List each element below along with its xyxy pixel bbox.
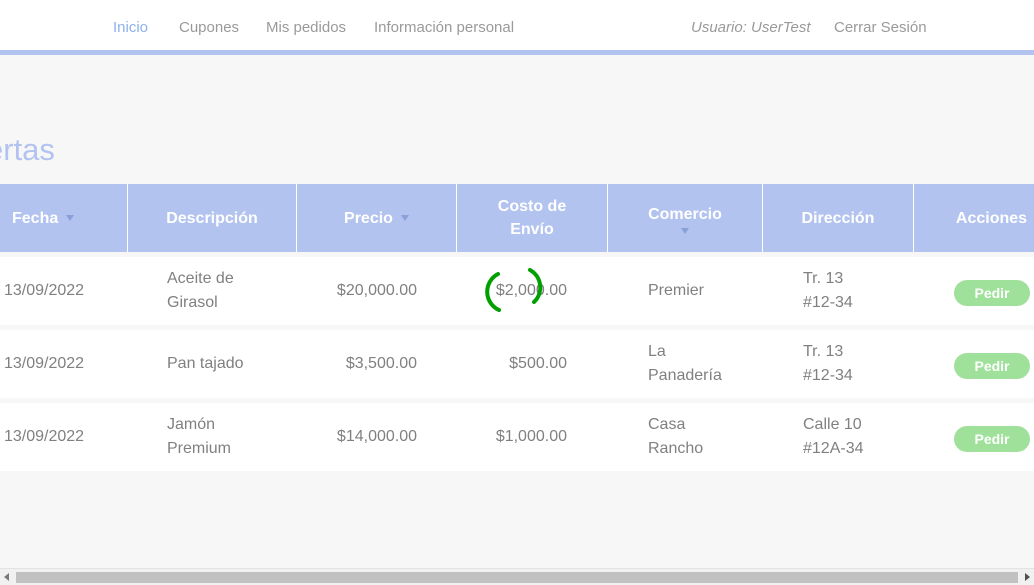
cell-direccion: Tr. 13 #12-34: [803, 257, 909, 325]
header-precio-label: Precio: [344, 209, 393, 227]
nav-link-cupones[interactable]: Cupones: [179, 19, 239, 36]
cell-comercio: La Panadería: [648, 330, 758, 398]
nav-link-informacion-personal[interactable]: Información personal: [374, 19, 514, 36]
cell-descripcion: Pan tajado: [167, 355, 244, 372]
header-acciones-label: Acciones: [955, 209, 1028, 227]
header-acciones: Acciones: [913, 184, 1034, 252]
cell-descripcion: Jamón Premium: [167, 403, 292, 471]
cell-fecha: 13/09/2022: [4, 282, 85, 299]
cell-direccion-line2: #12-34: [803, 294, 853, 311]
cell-precio: $3,500.00: [345, 355, 417, 372]
cell-precio: $20,000.00: [336, 282, 417, 299]
header-costo-envio: Costo de Envío: [456, 184, 607, 252]
horizontal-scrollbar[interactable]: [0, 568, 1034, 585]
user-label: Usuario: UserTest: [691, 19, 811, 36]
scroll-right-arrow-icon[interactable]: [1025, 573, 1030, 581]
header-comercio[interactable]: Comercio: [607, 184, 762, 252]
cell-descripcion-line1: Aceite de: [167, 270, 234, 287]
cell-direccion-line2: #12-34: [803, 367, 853, 384]
cell-descripcion-line1: Jamón: [167, 416, 216, 433]
table-header: Fecha Descripción Precio Costo de Envío …: [0, 184, 1034, 252]
header-costo-envio-line1: Costo de: [497, 198, 567, 215]
table-row: 13/09/2022 Pan tajado $3,500.00 $500.00 …: [0, 330, 1034, 398]
scrollbar-thumb[interactable]: [16, 572, 1018, 583]
header-descripcion-label: Descripción: [166, 209, 258, 227]
cell-comercio-line2: Panadería: [648, 367, 722, 384]
cell-comercio-line1: Casa: [648, 416, 686, 433]
pedir-button[interactable]: Pedir: [954, 426, 1030, 452]
cell-comercio: Premier: [648, 257, 758, 325]
page-title: ertas: [0, 132, 55, 167]
sort-caret-down-icon: [681, 227, 689, 234]
logout-link[interactable]: Cerrar Sesión: [834, 19, 927, 36]
cell-costo-envio: $500.00: [509, 355, 567, 372]
nav-link-inicio[interactable]: Inicio: [113, 19, 148, 36]
loading-spinner-icon: [485, 268, 543, 312]
header-fecha[interactable]: Fecha: [0, 184, 127, 252]
cell-descripcion-line2: Premium: [167, 440, 232, 457]
cell-direccion-line1: Tr. 13: [803, 270, 844, 287]
pedir-button[interactable]: Pedir: [954, 353, 1030, 379]
header-direccion-label: Dirección: [801, 209, 875, 227]
cell-comercio: Casa Rancho: [648, 403, 758, 471]
header-costo-envio-line2: Envío: [510, 221, 554, 238]
cell-direccion-line2: #12A-34: [803, 440, 864, 457]
header-descripcion: Descripción: [127, 184, 296, 252]
cell-descripcion: Aceite de Girasol: [167, 257, 292, 325]
top-navbar: Inicio Cupones Mis pedidos Información p…: [0, 0, 1034, 55]
sort-caret-down-icon: [400, 215, 409, 221]
header-comercio-label: Comercio: [648, 205, 722, 223]
cell-fecha: 13/09/2022: [4, 428, 85, 445]
cell-comercio-line1: La: [648, 343, 666, 360]
cell-comercio-line1: Premier: [648, 282, 705, 299]
sort-caret-down-icon: [66, 215, 75, 221]
cell-direccion: Tr. 13 #12-34: [803, 330, 909, 398]
pedir-button[interactable]: Pedir: [954, 280, 1030, 306]
header-precio[interactable]: Precio: [296, 184, 456, 252]
cell-direccion: Calle 10 #12A-34: [803, 403, 909, 471]
table-row: 13/09/2022 Jamón Premium $14,000.00 $1,0…: [0, 403, 1034, 471]
header-direccion: Dirección: [762, 184, 913, 252]
scroll-left-arrow-icon[interactable]: [4, 573, 9, 581]
cell-direccion-line1: Calle 10: [803, 416, 862, 433]
cell-direccion-line1: Tr. 13: [803, 343, 844, 360]
nav-link-mis-pedidos[interactable]: Mis pedidos: [266, 19, 346, 36]
cell-costo-envio: $1,000.00: [495, 428, 567, 445]
cell-descripcion-line2: Girasol: [167, 294, 218, 311]
cell-fecha: 13/09/2022: [4, 355, 85, 372]
cell-precio: $14,000.00: [336, 428, 417, 445]
cell-comercio-line2: Rancho: [648, 440, 704, 457]
header-fecha-label: Fecha: [12, 209, 59, 227]
